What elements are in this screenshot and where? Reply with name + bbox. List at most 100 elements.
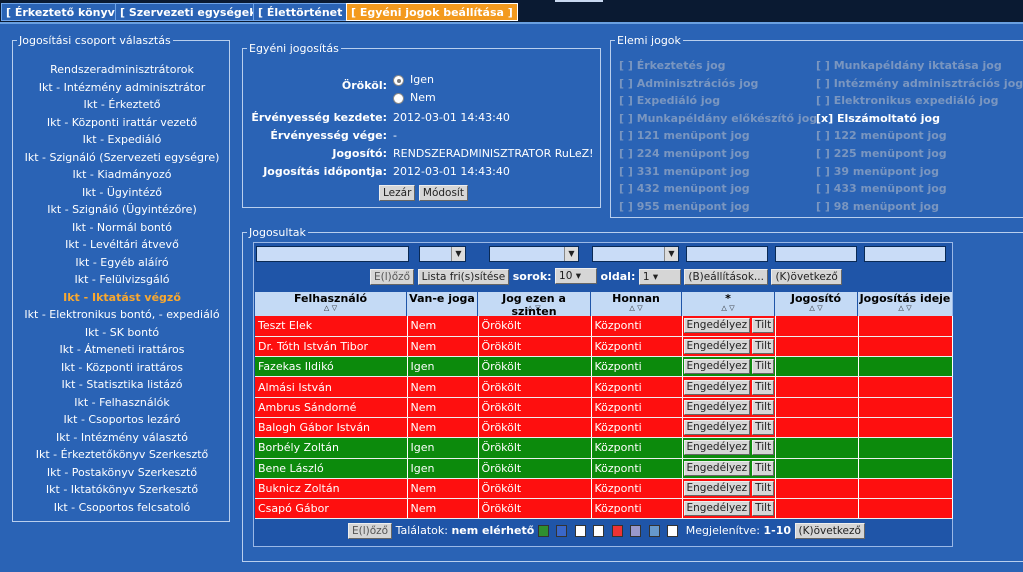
table-row[interactable]: Buknicz Zoltán Nem Örökölt Központi Engedély… [255,478,953,500]
sort-arrows-icon[interactable]: △ ▽ [255,304,406,312]
table-row[interactable]: Bene László Igen Örökölt Központi Engedélyez… [255,458,953,479]
deny-button[interactable]: Tilt [752,338,774,354]
prev-button[interactable]: E(l)őző [370,269,415,285]
elemental-right-item[interactable]: [ ] 224 menüpont jog [619,145,817,163]
table-row[interactable]: Teszt Elek Nem Örökölt Központi Engedélyez Ti… [255,316,953,337]
filter-user-input[interactable] [256,246,409,262]
group-item[interactable]: Ikt - Csoportos lezáró [13,411,231,429]
table-row[interactable]: Fazekas Ildikó Igen Örökölt Központi Engedél… [255,356,953,378]
group-item[interactable]: Ikt - Normál bontó [13,219,231,237]
csv-export-icon[interactable] [593,525,605,537]
group-item[interactable]: Ikt - Szignáló (Ügyintézőre) [13,201,231,219]
tab-incoming-book[interactable]: [ Érkeztető könyv ] [1,3,129,21]
sort-arrows-icon[interactable]: △ ▽ [775,304,857,312]
filter-star-input[interactable] [686,246,768,262]
approve-button[interactable]: Engedélyez [683,440,751,456]
elemental-right-item[interactable]: [ ] 121 menüpont jog [619,127,817,145]
group-item[interactable]: Ikt - Expediáló [13,131,231,149]
close-button[interactable]: Lezár [379,185,416,201]
group-item[interactable]: Ikt - Ügyintéző [13,184,231,202]
inherit-no-radio[interactable] [393,92,404,104]
elemental-right-item[interactable]: [ ] Érkeztetés jog [619,57,817,75]
group-item[interactable]: Ikt - Statisztika listázó [13,376,231,394]
sort-arrows-icon[interactable]: △ ▽ [682,304,774,312]
elemental-right-item[interactable]: [ ] 39 menüpont jog [816,163,1023,181]
elemental-right-item[interactable]: [ ] Munkapéldány előkészítő jog [619,110,817,128]
approve-button[interactable]: Engedélyez [683,379,751,395]
elemental-right-item[interactable]: [ ] 432 menüpont jog [619,180,817,198]
filter-from-select[interactable] [592,246,679,262]
group-item[interactable]: Ikt - Csoportos felcsatoló [13,499,231,517]
rtf-export-icon[interactable] [648,525,660,537]
page-select[interactable]: 1 ▾ [638,269,681,285]
elemental-right-item[interactable]: [ ] Intézmény adminisztrációs jog [816,75,1023,93]
approve-button[interactable]: Engedélyez [683,338,751,354]
elemental-right-item[interactable]: [ ] Elektronikus expediáló jog [816,92,1023,110]
col-from-header[interactable]: Honnan △ ▽ [591,292,681,316]
tab-history[interactable]: [ Élettörténet ] [253,3,357,21]
deny-button[interactable]: Tilt [752,460,774,476]
refresh-list-button[interactable]: Lista fri(s)sítése [417,269,510,285]
approve-button[interactable]: Engedélyez [683,318,751,334]
elemental-right-item[interactable]: [ ] 331 menüpont jog [619,163,817,181]
table-row[interactable]: Borbély Zoltán Igen Örökölt Központi Engedél… [255,437,953,459]
deny-button[interactable]: Tilt [752,481,774,497]
group-item[interactable]: Ikt - Intézmény adminisztrátor [13,79,231,97]
deny-button[interactable]: Tilt [752,440,774,456]
xml-export-icon[interactable] [630,525,642,537]
inherit-yes-option[interactable]: Igen [393,73,434,86]
elemental-right-item[interactable]: [ ] 433 menüpont jog [816,180,1023,198]
approve-button[interactable]: Engedélyez [683,420,751,436]
sort-arrows-icon[interactable]: △ ▽ [478,304,590,312]
rows-select[interactable]: 10 ▾ [555,268,598,284]
table-row[interactable]: Dr. Tóth István Tibor Nem Örökölt Központi E… [255,336,953,358]
filter-time-input[interactable] [864,246,946,262]
filter-level-select[interactable] [489,246,579,262]
elemental-right-item[interactable]: [x] Elszámoltató jog [816,110,1023,128]
deny-button[interactable]: Tilt [752,359,774,375]
settings-button[interactable]: (B)eállítások... [684,269,768,285]
approve-button[interactable]: Engedélyez [683,460,751,476]
deny-button[interactable]: Tilt [752,501,774,517]
sort-arrows-icon[interactable]: △ ▽ [591,304,681,312]
word-export-icon[interactable] [556,525,568,537]
table-row[interactable]: Almási István Nem Örökölt Központi Engedélye… [255,376,953,398]
deny-button[interactable]: Tilt [752,318,774,334]
filter-has-select[interactable] [419,246,466,262]
tab-individual-rights[interactable]: [ Egyéni jogok beállítása ] [346,3,518,21]
elemental-right-item[interactable]: [ ] Adminisztrációs jog [619,75,817,93]
elemental-right-item[interactable]: [ ] 225 menüpont jog [816,145,1023,163]
elemental-right-item[interactable]: [ ] 122 menüpont jog [816,127,1023,145]
col-time-header[interactable]: Jogosítás ideje △ ▽ [858,292,952,316]
group-item[interactable]: Rendszeradminisztrátorok [13,61,231,79]
col-grantor-header[interactable]: Jogosító △ ▽ [775,292,857,316]
footer-next-button[interactable]: (K)övetkező [794,523,865,539]
col-user-header[interactable]: Felhasználó △ ▽ [255,292,406,316]
modify-button[interactable]: Módosít [418,185,468,201]
table-row[interactable]: Balogh Gábor István Nem Örökölt Központi Eng… [255,417,953,439]
col-has-header[interactable]: Van-e joga [407,292,477,316]
group-item[interactable]: Ikt - Érkeztetőkönyv Szerkesztő [13,446,231,464]
table-row[interactable]: Ambrus Sándorné Nem Örökölt Központi Engedél… [255,397,953,418]
group-item[interactable]: Ikt - SK bontó [13,324,231,342]
group-item[interactable]: Ikt - Átmeneti irattáros [13,341,231,359]
text-export-icon[interactable] [574,525,586,537]
group-item[interactable]: Ikt - Levéltári átvevő [13,236,231,254]
group-item[interactable]: Ikt - Szignáló (Szervezeti egységre) [13,149,231,167]
group-item[interactable]: Ikt - Elektronikus bontó, - expediáló [13,306,231,324]
tab-org-units[interactable]: [ Szervezeti egységek ] [115,3,271,21]
approve-button[interactable]: Engedélyez [683,481,751,497]
deny-button[interactable]: Tilt [752,420,774,436]
elemental-right-item[interactable]: [ ] Expediáló jog [619,92,817,110]
group-item[interactable]: Ikt - Egyéb aláíró [13,254,231,272]
next-button[interactable]: (K)övetkező [771,269,842,285]
group-item[interactable]: Ikt - Intézmény választó [13,429,231,447]
group-item[interactable]: Ikt - Kiadmányozó [13,166,231,184]
elemental-right-item[interactable]: [ ] 955 menüpont jog [619,198,817,216]
excel-export-icon[interactable] [537,525,549,537]
print-icon[interactable] [667,525,679,537]
table-row[interactable]: Csapó Gábor Nem Örökölt Központi Engedélyez T… [255,498,953,520]
elemental-right-item[interactable]: [ ] 98 menüpont jog [816,198,1023,216]
group-item[interactable]: Ikt - Postakönyv Szerkesztő [13,464,231,482]
group-item[interactable]: Ikt - Iktatókönyv Szerkesztő [13,481,231,499]
